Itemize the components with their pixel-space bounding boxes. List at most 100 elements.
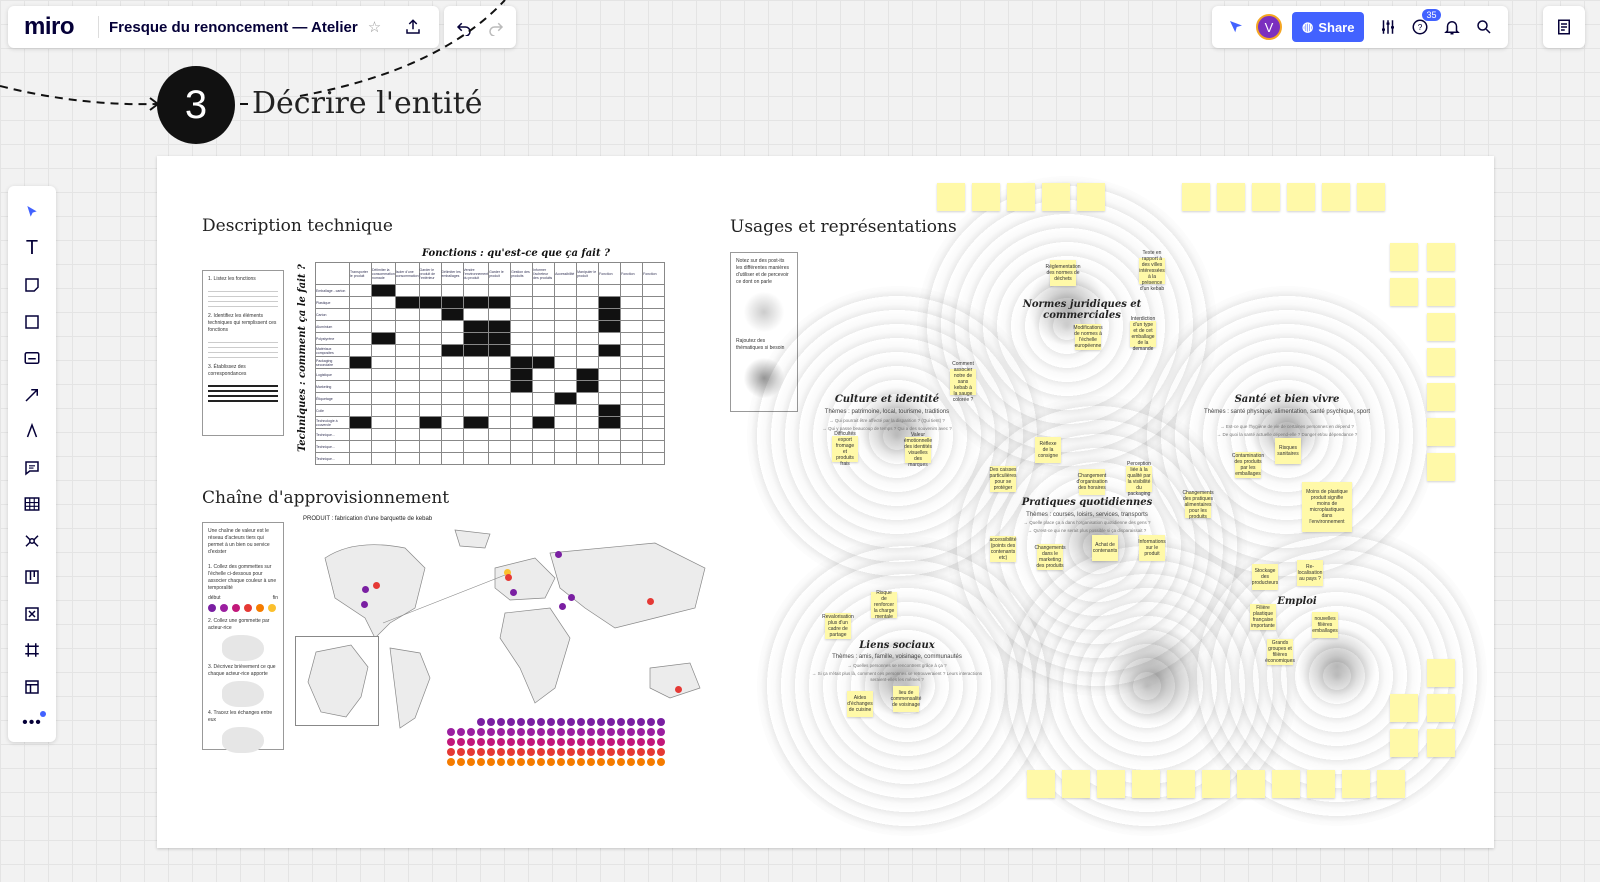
matrix-cell[interactable] — [462, 404, 490, 417]
gommette-dot[interactable] — [447, 718, 455, 726]
matrix-cell[interactable] — [371, 344, 396, 357]
blank-sticky[interactable] — [1027, 770, 1055, 798]
gommette-dot[interactable] — [547, 758, 555, 766]
gommette-dot[interactable] — [637, 718, 645, 726]
blank-sticky[interactable] — [1427, 453, 1455, 481]
matrix-cell[interactable] — [349, 320, 372, 333]
matrix-cell[interactable] — [488, 416, 512, 429]
gommette-dot[interactable] — [517, 758, 525, 766]
gommette-dot[interactable] — [457, 738, 465, 746]
matrix-cell[interactable] — [462, 332, 490, 345]
france-inset-map[interactable] — [295, 636, 379, 726]
matrix-row-header[interactable]: Technologie à couvercle — [315, 416, 350, 429]
gommette-dot[interactable] — [567, 758, 575, 766]
sticky-note[interactable]: Perception liée à la qualité par la visi… — [1126, 461, 1152, 497]
gommette-dot[interactable] — [597, 748, 605, 756]
matrix-cell[interactable] — [554, 440, 578, 453]
blank-sticky[interactable] — [1167, 770, 1195, 798]
matrix-row-header[interactable]: Aluminium — [315, 320, 350, 333]
share-button[interactable]: ◍ Share — [1292, 12, 1365, 42]
sticky-note[interactable]: Filière plastique française importante — [1250, 604, 1276, 630]
blank-sticky[interactable] — [1390, 694, 1418, 722]
matrix-cell[interactable] — [620, 416, 644, 429]
entity-frame[interactable]: Description technique 1. Listez les fonc… — [157, 156, 1494, 848]
gommette-dot[interactable] — [647, 718, 655, 726]
blank-sticky[interactable] — [1307, 770, 1335, 798]
matrix-cell[interactable] — [576, 452, 600, 465]
matrix-cell[interactable] — [394, 428, 420, 441]
gommette-dot[interactable] — [577, 748, 585, 756]
matrix-cell[interactable] — [418, 344, 442, 357]
matrix-cell[interactable] — [532, 440, 556, 453]
matrix-cell[interactable] — [440, 344, 464, 357]
gommette-dot[interactable] — [487, 718, 495, 726]
blank-sticky[interactable] — [1427, 278, 1455, 306]
matrix-column-header[interactable]: Manipuler le produit — [576, 262, 600, 285]
gommette-dot[interactable] — [627, 748, 635, 756]
gommette-dot[interactable] — [647, 738, 655, 746]
matrix-cell[interactable] — [532, 284, 556, 297]
sticky-note[interactable]: Modifications de normes à l'échelle euro… — [1073, 324, 1103, 350]
matrix-cell[interactable] — [371, 320, 396, 333]
blank-sticky[interactable] — [1272, 770, 1300, 798]
matrix-cell[interactable] — [394, 296, 420, 309]
matrix-cell[interactable] — [532, 428, 556, 441]
gommette-dot[interactable] — [457, 748, 465, 756]
matrix-cell[interactable] — [349, 284, 372, 297]
blank-sticky[interactable] — [1182, 183, 1210, 211]
matrix-cell[interactable] — [418, 356, 442, 369]
matrix-cell[interactable] — [462, 380, 490, 393]
blank-sticky[interactable] — [1377, 770, 1405, 798]
matrix-cell[interactable] — [349, 428, 372, 441]
matrix-cell[interactable] — [554, 308, 578, 321]
matrix-cell[interactable] — [598, 416, 622, 429]
matrix-cell[interactable] — [349, 296, 372, 309]
matrix-cell[interactable] — [462, 416, 490, 429]
matrix-cell[interactable] — [642, 440, 666, 453]
matrix-cell[interactable] — [642, 380, 666, 393]
gommette-dot[interactable] — [567, 738, 575, 746]
matrix-cell[interactable] — [510, 320, 534, 333]
gommette-dot[interactable] — [497, 758, 505, 766]
gommette-dot[interactable] — [607, 758, 615, 766]
matrix-cell[interactable] — [418, 368, 442, 381]
matrix-cell[interactable] — [620, 344, 644, 357]
matrix-cell[interactable] — [488, 428, 512, 441]
gommette-dot[interactable] — [617, 728, 625, 736]
matrix-cell[interactable] — [576, 296, 600, 309]
matrix-cell[interactable] — [554, 368, 578, 381]
matrix-cell[interactable] — [642, 284, 666, 297]
matrix-row-header[interactable]: Marketing — [315, 380, 350, 393]
matrix-cell[interactable] — [598, 284, 622, 297]
matrix-cell[interactable] — [488, 452, 512, 465]
matrix-cell[interactable] — [510, 428, 534, 441]
actor-pin[interactable] — [559, 603, 566, 610]
matrix-cell[interactable] — [532, 368, 556, 381]
matrix-cell[interactable] — [598, 344, 622, 357]
sticky-note[interactable]: Informations sur le produit — [1138, 535, 1166, 561]
matrix-cell[interactable] — [394, 404, 420, 417]
matrix-cell[interactable] — [394, 344, 420, 357]
matrix-cell[interactable] — [554, 284, 578, 297]
matrix-cell[interactable] — [418, 380, 442, 393]
reactions-button[interactable] — [1220, 11, 1252, 43]
gommette-dot[interactable] — [627, 728, 635, 736]
notes-panel-button[interactable] — [1543, 6, 1585, 48]
gommette-dot[interactable] — [617, 738, 625, 746]
matrix-cell[interactable] — [440, 392, 464, 405]
shape-tool[interactable] — [14, 304, 50, 340]
matrix-cell[interactable] — [642, 332, 666, 345]
matrix-cell[interactable] — [394, 368, 420, 381]
frame-tool[interactable] — [14, 632, 50, 668]
matrix-cell[interactable] — [532, 308, 556, 321]
blank-sticky[interactable] — [1427, 418, 1455, 446]
gommette-dot[interactable] — [557, 718, 565, 726]
sticky-note[interactable]: Contamination des produits par les embal… — [1232, 452, 1264, 478]
matrix-cell[interactable] — [510, 380, 534, 393]
matrix-row-header[interactable]: Étiquetage — [315, 392, 350, 405]
matrix-cell[interactable] — [598, 296, 622, 309]
matrix-cell[interactable] — [554, 344, 578, 357]
matrix-cell[interactable] — [349, 416, 372, 429]
matrix-cell[interactable] — [598, 368, 622, 381]
matrix-cell[interactable] — [532, 392, 556, 405]
